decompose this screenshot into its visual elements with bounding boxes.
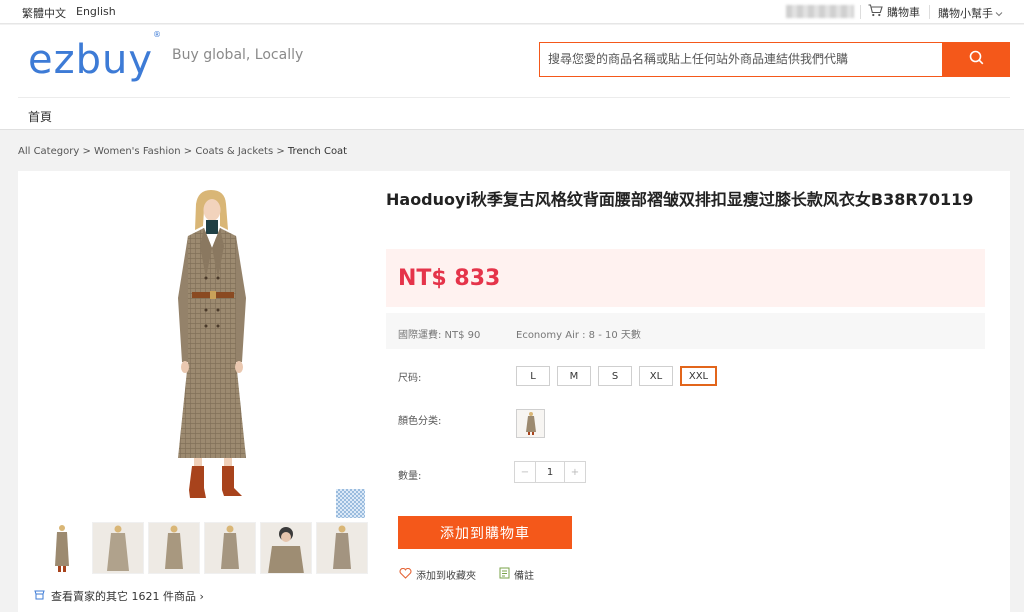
zoom-badge-icon[interactable] xyxy=(336,489,365,518)
product-price: NT$ 833 xyxy=(398,266,501,291)
heart-icon xyxy=(399,567,412,582)
thumbnail-4[interactable] xyxy=(204,522,256,574)
shipping-fee: 國際運費: NT$ 90 xyxy=(398,330,481,341)
chevron-right-icon: › xyxy=(199,590,204,603)
size-option-s[interactable]: S xyxy=(598,366,632,386)
thumbnail-3[interactable] xyxy=(148,522,200,574)
quantity-label: 數量: xyxy=(398,471,422,482)
seller-more-products-link[interactable]: 查看賣家的其它 1621 件商品 › xyxy=(34,588,204,604)
note-button[interactable]: 備註 xyxy=(499,567,534,582)
quantity-increase-button[interactable]: + xyxy=(565,462,585,482)
cart-link[interactable]: 購物車 xyxy=(868,4,920,20)
size-options: L M S XL XXL xyxy=(516,366,717,386)
thumbnail-strip xyxy=(36,522,368,574)
search-input[interactable]: 搜尋您愛的商品名稱或貼上任何站外商品連結供我們代購 xyxy=(539,42,943,77)
add-to-favorites-button[interactable]: 添加到收藏夾 xyxy=(399,567,476,582)
divider xyxy=(929,5,930,19)
add-to-cart-button[interactable]: 添加到購物車 xyxy=(398,516,572,549)
size-label: 尺码: xyxy=(398,373,422,384)
shopping-helper-menu[interactable]: 購物小幫手 xyxy=(938,5,1003,21)
quantity-input[interactable]: 1 xyxy=(535,462,565,482)
thumbnail-6[interactable] xyxy=(316,522,368,574)
cart-label: 購物車 xyxy=(887,6,920,19)
shipping-time: Economy Air : 8 - 10 天數 xyxy=(516,330,641,341)
size-option-l[interactable]: L xyxy=(516,366,550,386)
quantity-stepper: − 1 + xyxy=(514,461,586,483)
site-header: ezbuy® Buy global, Locally 搜尋您愛的商品名稱或貼上任… xyxy=(0,25,1024,130)
nav-home[interactable]: 首頁 xyxy=(28,108,52,125)
quantity-decrease-button[interactable]: − xyxy=(515,462,535,482)
size-option-xxl[interactable]: XXL xyxy=(680,366,717,386)
language-english[interactable]: English xyxy=(76,5,116,18)
price-box: NT$ 833 xyxy=(386,249,985,307)
divider xyxy=(860,5,861,19)
ezbuy-logo[interactable]: ezbuy® xyxy=(28,30,162,83)
breadcrumb-coats-jackets[interactable]: Coats & Jackets xyxy=(195,146,273,157)
shipping-info: 國際運費: NT$ 90 Economy Air : 8 - 10 天數 xyxy=(386,313,985,349)
chevron-down-icon xyxy=(995,7,1003,20)
size-option-m[interactable]: M xyxy=(557,366,591,386)
color-option-1[interactable] xyxy=(516,409,545,438)
note-icon xyxy=(499,567,510,582)
thumbnail-2[interactable] xyxy=(92,522,144,574)
color-label: 顏色分类: xyxy=(398,416,442,427)
search-icon xyxy=(969,50,984,69)
cart-icon xyxy=(868,4,883,20)
slogan: Buy global, Locally xyxy=(172,47,304,63)
user-account-blurred[interactable] xyxy=(786,5,854,18)
breadcrumb: All Category > Women's Fashion > Coats &… xyxy=(18,146,348,157)
breadcrumb-current: Trench Coat xyxy=(287,146,348,157)
product-main-image[interactable] xyxy=(148,186,278,506)
breadcrumb-all-category[interactable]: All Category xyxy=(18,146,79,157)
size-option-xl[interactable]: XL xyxy=(639,366,673,386)
language-traditional-chinese[interactable]: 繁體中文 xyxy=(22,5,66,21)
top-bar: 繁體中文 English 購物車 購物小幫手 xyxy=(0,0,1024,24)
shopping-helper-label: 購物小幫手 xyxy=(938,7,993,20)
thumbnail-1[interactable] xyxy=(36,522,88,574)
product-title: Haoduoyi秋季复古风格纹背面腰部褶皱双排扣显瘦过膝长款风衣女B38R701… xyxy=(386,190,974,209)
thumbnail-5[interactable] xyxy=(260,522,312,574)
search-button[interactable] xyxy=(943,42,1010,77)
product-card: 查看賣家的其它 1621 件商品 › Haoduoyi秋季复古风格纹背面腰部褶皱… xyxy=(18,171,1010,612)
breadcrumb-womens-fashion[interactable]: Women's Fashion xyxy=(94,146,181,157)
shop-icon xyxy=(34,590,45,603)
seller-product-count: 1621 xyxy=(131,590,160,603)
divider xyxy=(18,97,1010,98)
